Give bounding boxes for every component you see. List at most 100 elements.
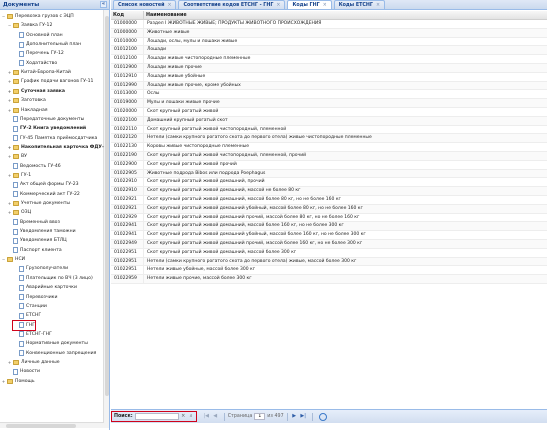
tree-vertical-scrollbar[interactable] [103,10,109,428]
prev-page-icon[interactable]: ◀ [212,413,219,420]
tab[interactable]: Список новостей × [113,0,177,9]
tree-node[interactable]: + Китай-Европа-Китай [7,68,71,77]
tree-node[interactable]: Перевозчики [13,293,57,302]
table-row[interactable]: 01013000 Ослы [111,90,547,100]
tree-node[interactable]: Временный ввоз [7,218,60,227]
expand-icon[interactable]: + [7,173,12,178]
tree-node[interactable]: + Личные данные [7,358,60,367]
tree-node[interactable]: Уведомления БТЛЦ [7,236,67,245]
expand-icon[interactable]: + [7,210,12,215]
tree-node[interactable]: + График подачи вагонов ГУ-11 [7,77,93,86]
tab[interactable]: Коды ГНГ × [287,0,332,9]
tree-node[interactable]: Ведомость ГУ-46 [7,162,61,171]
table-row[interactable]: 01012910 Лошади живые убойные [111,72,547,82]
table-row[interactable]: 01022130 Коровы живые чистопородные племе… [111,143,547,152]
tree-node[interactable]: Новости [7,367,40,376]
tree-node[interactable]: + Помощь [1,377,35,386]
expand-icon[interactable]: + [7,360,12,365]
table-row[interactable]: 01022910 Скот крупный рогатый живой домаш… [111,178,547,188]
first-page-icon[interactable]: |◀ [203,413,210,420]
tree-node[interactable]: Паспорт клиента [7,246,62,255]
table-row[interactable]: 01022921 Скот крупный рогатый живой домаш… [111,204,547,214]
close-icon[interactable]: × [276,3,280,8]
tree-node[interactable]: Конвенционные запрещения [13,349,96,358]
tree-node[interactable]: Коммерческий акт ГУ-22 [7,190,80,199]
table-row[interactable]: 01022929 Скот крупный рогатый живой домаш… [111,213,547,223]
tree-node[interactable]: Перечень ГУ-12 [13,49,64,58]
close-icon[interactable]: × [376,3,380,8]
tree-node[interactable]: Грузополучатели [13,264,68,273]
tree-node[interactable]: ЕТСНГ [13,311,41,320]
table-row[interactable]: 01022100 Домашний крупный рогатый скот [111,116,547,126]
table-row[interactable]: 01022951 Скот крупный рогатый живой домаш… [111,248,547,258]
table-row[interactable]: 01012990 Лошади живые прочие, кроме убойн… [111,81,547,91]
tree-node[interactable]: ГУ-2 Книга уведомлений [7,124,86,133]
close-icon[interactable]: × [323,3,327,8]
table-row[interactable]: 01022921 Скот крупный рогатый живой домаш… [111,195,547,205]
collapse-icon[interactable]: − [7,23,12,28]
tree-node[interactable]: Передаточные документы [7,115,84,124]
expand-icon[interactable]: + [7,201,12,206]
expand-icon[interactable]: + [7,145,12,150]
table-row[interactable]: 01012900 Лошади живые прочие [111,63,547,73]
close-icon[interactable]: × [167,3,171,8]
table-row[interactable]: 01022900 Скот крупный рогатый живой прочи… [111,160,547,170]
tree-node[interactable]: + Накладная [7,106,48,115]
tree-node[interactable]: + Учетные документы [7,199,70,208]
table-row[interactable]: 01022951 Нетели живые убойные, массой бол… [111,266,547,276]
tab[interactable]: Соответствие кодов ЕТСНГ - ГНГ × [178,0,286,9]
next-page-icon[interactable]: ▶ [291,413,298,420]
tree-node[interactable]: + ГУ-1 [7,171,31,180]
expand-icon[interactable]: + [7,108,12,113]
column-header-code[interactable]: Код [111,11,144,19]
last-page-icon[interactable]: ▶| [300,413,307,420]
collapse-panel-button[interactable]: « [100,1,107,8]
tree-node[interactable]: Плательщик по ВЧ (3 лицо) [13,274,93,283]
table-row[interactable]: 01022190 Скот крупный рогатый живой чисто… [111,151,547,161]
tree-node[interactable]: − НСИ [1,255,25,264]
tree-horizontal-scrollbar[interactable] [0,422,104,428]
tree-node[interactable]: ЕТСНГ-ГНГ [13,330,52,339]
search-icon[interactable]: ⌕ [188,413,195,420]
table-row[interactable]: 01000000 Животные живые [111,28,547,38]
table-row[interactable]: 01000000 Раздел I ЖИВОТНЫЕ ЖИВЫЕ; ПРОДУКТ… [111,20,547,29]
table-row[interactable]: 01012100 Лошади живые чистопородные племе… [111,55,547,64]
expand-icon[interactable]: + [7,70,12,75]
tree-node[interactable]: − Заявка ГУ-12 [7,21,52,30]
column-header-name[interactable]: Наименование [144,11,547,19]
expand-icon[interactable]: + [7,89,12,94]
table-row[interactable]: 01020000 Скот крупный рогатый живой [111,107,547,117]
tree-node[interactable]: + ВУ [7,152,27,161]
tree-node[interactable]: Ходатайство [13,59,57,68]
tree-node[interactable]: Основной план [13,31,63,40]
refresh-icon[interactable] [318,412,327,421]
table-row[interactable]: 01022951 Нетели (самки крупного рогатого … [111,257,547,267]
table-row[interactable]: 01022110 Скот крупный рогатый живой чисто… [111,125,547,135]
collapse-icon[interactable]: − [1,14,6,19]
expand-icon[interactable]: + [7,79,12,84]
tree-node[interactable]: Станции [13,302,47,311]
search-input[interactable] [134,413,179,420]
tree-node[interactable]: + Заготовка [7,96,46,105]
tree-node[interactable]: Уведомления таможни [7,227,76,236]
expand-icon[interactable]: + [7,154,12,159]
table-row[interactable]: 01019000 Мулы и лошаки живые прочие [111,99,547,108]
tree-node[interactable]: ГНГ [11,319,37,331]
table-row[interactable]: 01022949 Скот крупный рогатый живой домаш… [111,239,547,249]
expand-icon[interactable]: + [7,98,12,103]
tab[interactable]: Коды ЕТСНГ × [333,0,385,9]
tree-node[interactable]: ГУ-45 Памятка приёмосдатчика [7,134,97,143]
expand-icon[interactable]: + [1,379,6,384]
table-row[interactable]: 01022120 Нетели (самки крупного рогатого … [111,134,547,144]
table-row[interactable]: 01022959 Нетели живые прочие, массой боле… [111,275,547,284]
clear-icon[interactable]: × [180,413,187,420]
table-row[interactable]: 01022910 Скот крупный рогатый живой домаш… [111,187,547,196]
tree-node[interactable]: Нормативные документы [13,339,88,348]
table-row[interactable]: 01012100 Лошади [111,46,547,56]
tree-node[interactable]: Дополнительный план [13,40,81,49]
tree-node[interactable]: Аварийные карточки [13,283,77,292]
tree-node[interactable]: − Перевозка грузов с ЭЦП [1,12,74,21]
collapse-icon[interactable]: − [1,257,6,262]
page-number-input[interactable] [254,413,266,420]
tree-node[interactable]: Акт общей формы ГУ-23 [7,180,79,189]
